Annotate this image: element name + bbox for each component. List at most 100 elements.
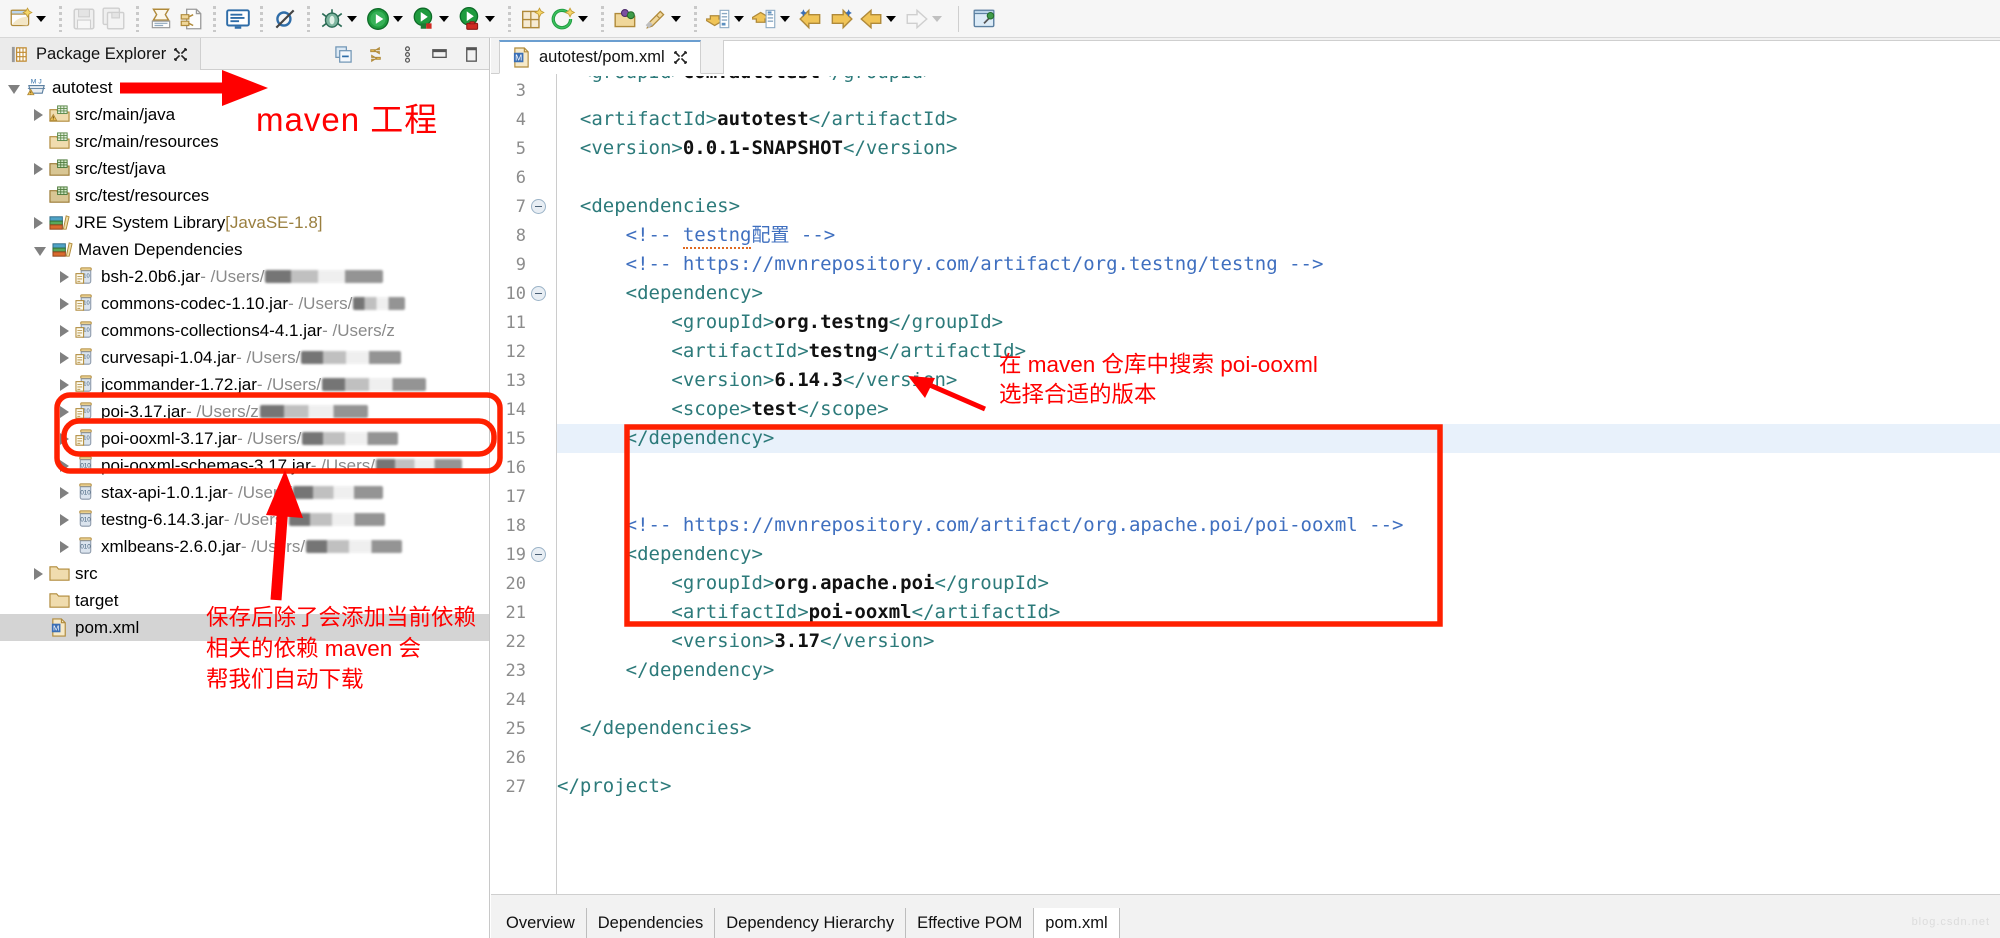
chevron-right-icon[interactable] <box>60 513 69 526</box>
chevron-right-icon[interactable] <box>60 297 69 310</box>
chevron-down-icon[interactable] <box>8 84 20 94</box>
tree-item-jar-commons-collections4[interactable]: 10 commons-collections4-4.1.jar - /Users/… <box>0 317 489 344</box>
code-line[interactable] <box>557 163 2000 192</box>
save-button[interactable] <box>69 2 99 36</box>
code-line[interactable] <box>557 482 2000 511</box>
bottom-tab-overview[interactable]: Overview <box>495 908 587 938</box>
editor-bottom-tabs[interactable]: Overview Dependencies Dependency Hierarchy… <box>491 894 2000 938</box>
tree-item-jar-bsh[interactable]: 10 bsh-2.0b6.jar - /Users/ <box>0 263 489 290</box>
open-type-button[interactable] <box>611 2 641 36</box>
tree-item-jar-curvesapi[interactable]: 10 curvesapi-1.04.jar - /Users/ <box>0 344 489 371</box>
chevron-down-icon[interactable] <box>671 15 681 22</box>
code-line[interactable]: </dependencies> <box>557 714 2000 743</box>
open-console-button[interactable] <box>223 2 253 36</box>
fold-toggle-icon[interactable] <box>531 286 546 301</box>
fold-toggle-icon[interactable] <box>531 199 546 214</box>
bottom-tab-dependency-hierarchy[interactable]: Dependency Hierarchy <box>715 908 907 938</box>
pin-editor-button[interactable] <box>969 2 999 36</box>
tree-item-src-test-resources[interactable]: src/test/resources <box>0 182 489 209</box>
chevron-right-icon[interactable] <box>60 324 69 337</box>
tree-item-jre-system-library[interactable]: JRE System Library [JavaSE-1.8] <box>0 209 489 236</box>
new-annotation-button[interactable] <box>641 2 687 36</box>
chevron-right-icon[interactable] <box>60 405 69 418</box>
run-button[interactable] <box>363 2 409 36</box>
tree-item-src-test-java[interactable]: src/test/java <box>0 155 489 182</box>
project-tree[interactable]: M Jautotest src/main/java src/main/resource… <box>0 70 489 641</box>
tree-item-jar-commons-codec[interactable]: 10 commons-codec-1.10.jar - /Users/ <box>0 290 489 317</box>
tab-pom-xml[interactable]: M autotest/pom.xml <box>499 40 701 74</box>
external-tools-button[interactable] <box>455 2 501 36</box>
code-line[interactable]: <groupId>org.testng</groupId> <box>557 308 2000 337</box>
next-annotation-button[interactable] <box>750 2 796 36</box>
tree-item-jar-poi-ooxml-schemas[interactable]: 010 poi-ooxml-schemas-3.17.jar - /Users/ <box>0 452 489 479</box>
chevron-right-icon[interactable] <box>34 162 43 175</box>
chevron-right-icon[interactable] <box>60 432 69 445</box>
debug-button[interactable] <box>317 2 363 36</box>
save-all-button[interactable] <box>99 2 129 36</box>
fold-toggle-icon[interactable] <box>531 547 546 562</box>
chevron-down-icon[interactable] <box>932 15 942 22</box>
code-line[interactable] <box>557 453 2000 482</box>
chevron-right-icon[interactable] <box>60 378 69 391</box>
back-button[interactable] <box>856 2 902 36</box>
tree-item-src[interactable]: src <box>0 560 489 587</box>
chevron-down-icon[interactable] <box>485 15 495 22</box>
chevron-down-icon[interactable] <box>578 15 588 22</box>
code-line[interactable]: <groupId>com.autotest</groupId> <box>557 76 2000 87</box>
chevron-down-icon[interactable] <box>347 15 357 22</box>
link-with-editor-icon[interactable] <box>366 45 385 64</box>
chevron-right-icon[interactable] <box>60 351 69 364</box>
print-button[interactable] <box>146 2 176 36</box>
tree-item-jar-poi[interactable]: 10 poi-3.17.jar - /Users/z <box>0 398 489 425</box>
close-icon[interactable] <box>173 47 188 62</box>
code-line[interactable]: <dependency> <box>557 279 2000 308</box>
minimize-icon[interactable] <box>430 45 449 64</box>
chevron-down-icon[interactable] <box>36 15 46 22</box>
code-line[interactable]: <!-- https://mvnrepository.com/artifact/… <box>557 250 2000 279</box>
tree-item-jar-poi-ooxml[interactable]: 10 poi-ooxml-3.17.jar - /Users/ <box>0 425 489 452</box>
code-line[interactable] <box>557 743 2000 772</box>
bottom-tab-effective-pom[interactable]: Effective POM <box>906 908 1035 938</box>
tree-item-jar-stax-api[interactable]: 010 stax-api-1.0.1.jar - /Users/ <box>0 479 489 506</box>
last-edit-location-button[interactable] <box>796 2 826 36</box>
chevron-right-icon[interactable] <box>34 108 43 121</box>
chevron-right-icon[interactable] <box>60 459 69 472</box>
code-line[interactable]: <artifactId>autotest</artifactId> <box>557 105 2000 134</box>
close-icon[interactable] <box>673 50 688 65</box>
code-line[interactable]: </dependency> <box>557 424 2000 453</box>
maximize-icon[interactable] <box>462 45 481 64</box>
refresh-link-button[interactable] <box>176 2 206 36</box>
chevron-right-icon[interactable] <box>60 540 69 553</box>
new-java-project-button[interactable] <box>518 2 548 36</box>
chevron-right-icon[interactable] <box>60 270 69 283</box>
tree-item-jar-xmlbeans[interactable]: 010 xmlbeans-2.6.0.jar - /Users/ <box>0 533 489 560</box>
chevron-right-icon[interactable] <box>34 567 43 580</box>
chevron-down-icon[interactable] <box>393 15 403 22</box>
collapse-all-icon[interactable] <box>334 45 353 64</box>
next-edit-location-button[interactable] <box>826 2 856 36</box>
view-menu-icon[interactable] <box>398 45 417 64</box>
chevron-down-icon[interactable] <box>780 15 790 22</box>
tree-item-jar-jcommander[interactable]: 10 jcommander-1.72.jar - /Users/ <box>0 371 489 398</box>
code-editor[interactable]: 3 4 5 6 7 8 9 10 11 12 13 14 15 16 17 18 19 20 21 22 23 24 25 2… <box>491 74 2000 894</box>
chevron-right-icon[interactable] <box>60 486 69 499</box>
code-line[interactable]: </dependency> <box>557 656 2000 685</box>
coverage-button[interactable] <box>409 2 455 36</box>
chevron-down-icon[interactable] <box>34 246 46 256</box>
chevron-down-icon[interactable] <box>734 15 744 22</box>
chevron-down-icon[interactable] <box>439 15 449 22</box>
code-line[interactable] <box>557 685 2000 714</box>
tree-item-maven-dependencies[interactable]: Maven Dependencies <box>0 236 489 263</box>
tab-package-explorer[interactable]: Package Explorer <box>0 38 202 70</box>
forward-button[interactable] <box>902 2 948 36</box>
new-package-button[interactable] <box>548 2 594 36</box>
skip-breakpoints-button[interactable] <box>270 2 300 36</box>
chevron-right-icon[interactable] <box>34 216 43 229</box>
code-line[interactable]: <version>0.0.1-SNAPSHOT</version> <box>557 134 2000 163</box>
chevron-down-icon[interactable] <box>886 15 896 22</box>
code-line[interactable]: <!-- https://mvnrepository.com/artifact/… <box>557 511 2000 540</box>
previous-annotation-button[interactable] <box>704 2 750 36</box>
bottom-tab-dependencies[interactable]: Dependencies <box>587 908 716 938</box>
code-line[interactable]: <!-- testng配置 --> <box>557 221 2000 250</box>
bottom-tab-pom-xml[interactable]: pom.xml <box>1034 908 1120 938</box>
